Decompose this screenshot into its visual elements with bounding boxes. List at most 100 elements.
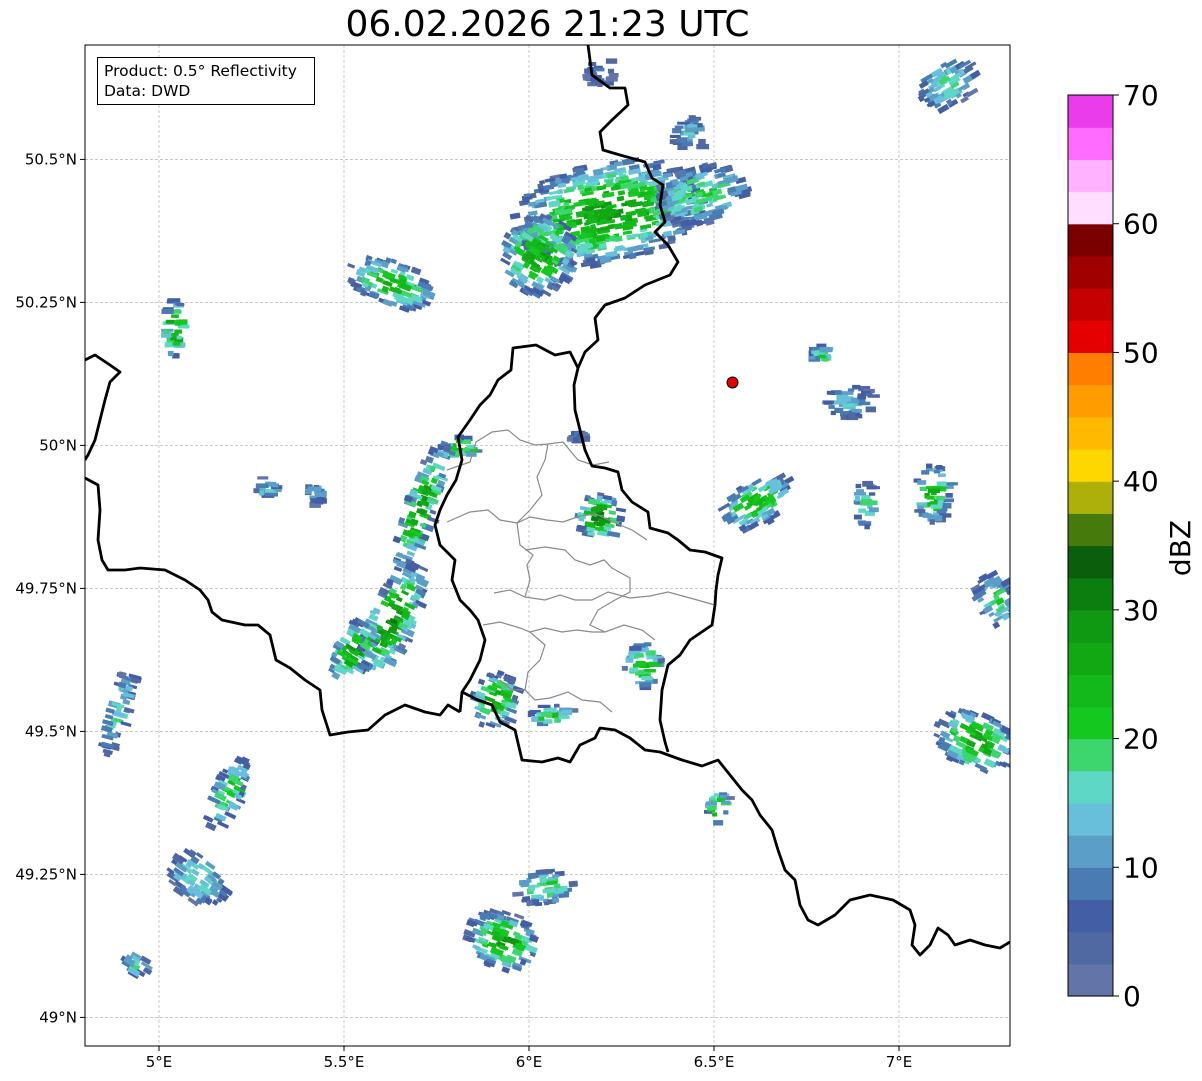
echo-pixel <box>176 335 182 340</box>
colorbar-segment <box>1068 577 1113 611</box>
echo-pixel <box>854 495 861 502</box>
colorbar-segment <box>1068 963 1113 997</box>
echo-pixel <box>161 308 174 314</box>
lat-tick-label: 49.25°N <box>15 865 77 883</box>
echo-pixel <box>929 519 935 525</box>
echo-pixel <box>537 704 551 708</box>
echo-pixel <box>927 488 940 494</box>
echo-pixel <box>857 393 867 400</box>
colorbar-segment <box>1068 384 1113 418</box>
lat-tick-label: 49°N <box>39 1008 77 1026</box>
echo-pixel <box>165 319 175 324</box>
colorbar-segment <box>1068 867 1113 901</box>
echo-pixel <box>462 448 471 452</box>
lat-tick-label: 50.5°N <box>25 150 77 168</box>
echo-pixel <box>687 134 696 139</box>
echo-pixel <box>856 489 864 496</box>
echo-pixel <box>678 137 688 143</box>
echo-pixel <box>917 480 927 485</box>
echo-pixel <box>855 483 862 489</box>
echo-pixel <box>632 663 645 668</box>
echo-pixel <box>527 885 536 892</box>
echo-pixel <box>698 138 706 144</box>
colorbar-segment <box>1068 159 1113 193</box>
echo-pixel <box>271 484 279 488</box>
echo-pixel <box>628 651 636 656</box>
echo-pixel <box>818 354 827 359</box>
echo-pixel <box>935 495 945 500</box>
colorbar-tick-label: 40 <box>1123 465 1159 498</box>
echo-pixel <box>723 810 729 815</box>
colorbar-segment <box>1068 642 1113 675</box>
colorbar-tick-label: 20 <box>1123 723 1159 756</box>
echo-pixel <box>858 508 866 513</box>
colorbar: 0 10 20 30 40 50 60 70 <box>1067 79 1159 1013</box>
echo-pixel <box>171 314 179 318</box>
colorbar-segment <box>1068 320 1113 354</box>
colorbar-segment <box>1068 352 1113 386</box>
echo-pixel <box>641 676 653 681</box>
echo-pixel <box>257 476 269 480</box>
lon-tick-label: 6.5°E <box>694 1053 735 1071</box>
echo-pixel <box>163 329 170 334</box>
echo-pixel <box>561 709 573 714</box>
radar-figure: 06.02.2026 21:23 UTC 5°E 5.5°E 6°E 6.5°E… <box>0 0 1202 1081</box>
echo-pixel <box>921 470 930 475</box>
colorbar-segment <box>1068 513 1113 547</box>
radar-map: 5°E 5.5°E 6°E 6.5°E 7°E 49°N 49.25°N 49.5°N 49.… <box>15 44 1197 1071</box>
colorbar-segment <box>1068 738 1113 772</box>
echo-pixel <box>629 646 642 651</box>
echo-pixel <box>625 657 634 663</box>
radar-site-marker <box>726 376 739 389</box>
colorbar-segment <box>1068 899 1113 933</box>
colorbar-tick-label: 50 <box>1123 336 1159 369</box>
colorbar-segment <box>1068 835 1113 868</box>
echo-pixel <box>867 394 880 398</box>
echo-pixel <box>864 524 870 530</box>
echo-pixel <box>1011 612 1018 619</box>
echo-pixel <box>593 67 605 72</box>
echo-pixel <box>686 141 693 147</box>
echo-pixel <box>933 470 941 474</box>
echo-pixel <box>553 883 561 889</box>
echo-pixel <box>857 401 871 406</box>
echo-pixel <box>936 481 947 487</box>
echo-pixel <box>312 487 321 492</box>
echo-pixel <box>1008 595 1010 604</box>
echo-pixel <box>936 510 947 514</box>
echo-pixel <box>926 463 933 469</box>
product-info-box: Product: 0.5° Reflectivity Data: DWD <box>97 57 315 105</box>
colorbar-tick-label: 70 <box>1123 79 1159 112</box>
echo-pixel <box>862 499 870 504</box>
lon-tick-label: 5°E <box>146 1053 173 1071</box>
echo-pixel <box>607 68 614 74</box>
echo-pixel <box>696 143 710 150</box>
echo-pixel <box>942 502 952 509</box>
colorbar-tick-label: 30 <box>1123 594 1159 627</box>
echo-pixel <box>605 76 618 82</box>
echo-pixel <box>657 658 665 664</box>
longitude-axis: 5°E 5.5°E 6°E 6.5°E 7°E <box>146 1046 912 1071</box>
echo-pixel <box>945 493 953 498</box>
echo-pixel <box>253 488 260 493</box>
echo-pixel <box>722 800 731 804</box>
echo-pixel <box>518 879 530 886</box>
colorbar-segment <box>1068 288 1113 321</box>
echo-pixel <box>582 74 591 81</box>
echo-pixel <box>692 127 705 132</box>
colorbar-tick-label: 60 <box>1123 208 1159 241</box>
echo-pixel <box>943 498 954 503</box>
data-source-text: Data: DWD <box>104 82 191 100</box>
echo-pixel <box>541 711 553 717</box>
lat-tick-label: 50.25°N <box>15 293 77 311</box>
echo-pixel <box>568 880 579 888</box>
echo-pixel <box>936 465 943 470</box>
echo-pixel <box>255 483 269 489</box>
lat-tick-label: 49.75°N <box>15 579 77 597</box>
echo-pixel <box>945 482 958 486</box>
echo-pixel <box>840 391 854 395</box>
echo-pixel <box>544 870 553 875</box>
echo-pixel <box>258 490 265 496</box>
echo-pixel <box>605 58 618 64</box>
colorbar-segment <box>1068 223 1113 257</box>
